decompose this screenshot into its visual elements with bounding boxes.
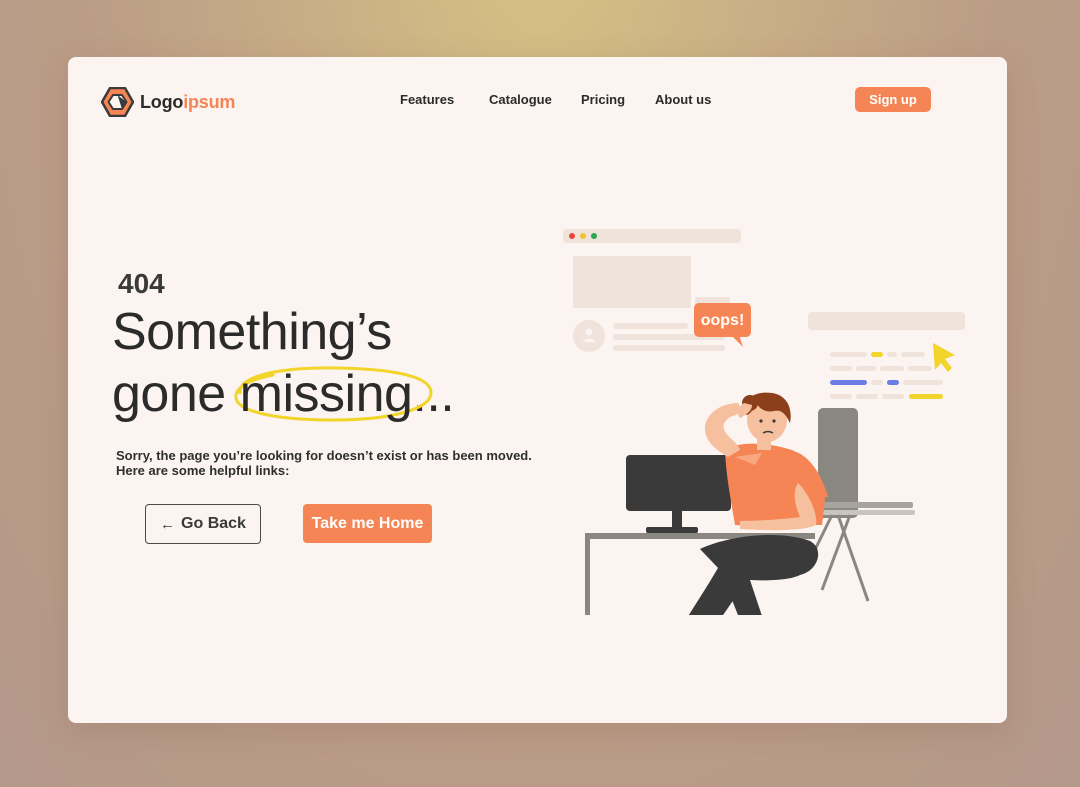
headline-highlight-text: missing bbox=[239, 365, 413, 423]
nav-item-pricing[interactable]: Pricing bbox=[581, 92, 625, 107]
error-code: 404 bbox=[118, 268, 165, 299]
headline-line-2: gone missing... bbox=[112, 363, 455, 425]
speech-bubble-text: oops! bbox=[701, 312, 745, 329]
headline-highlight: missing bbox=[234, 363, 433, 425]
nav-item-catalogue[interactable]: Catalogue bbox=[489, 92, 552, 107]
nav-item-features[interactable]: Features bbox=[400, 92, 454, 107]
take-me-home-button[interactable]: Take me Home bbox=[303, 504, 432, 543]
code-panel-icon bbox=[808, 312, 965, 399]
page-title: Something’s gone missing... bbox=[112, 301, 455, 425]
headline-line-1: Something’s bbox=[112, 303, 392, 361]
go-back-button[interactable]: ← Go Back bbox=[145, 504, 261, 544]
nav-item-about-us[interactable]: About us bbox=[655, 92, 711, 107]
person-at-desk-illustration: oops! bbox=[563, 229, 965, 615]
description: Sorry, the page you’re looking for doesn… bbox=[116, 448, 556, 478]
arrow-left-icon: ← bbox=[160, 515, 176, 533]
go-back-label: Go Back bbox=[181, 515, 246, 532]
monitor-icon bbox=[626, 455, 731, 533]
speech-bubble: oops! bbox=[694, 303, 751, 347]
headline-prefix: gone bbox=[112, 365, 240, 423]
description-line-2: Here are some helpful links: bbox=[116, 463, 290, 478]
signup-button[interactable]: Sign up bbox=[855, 87, 931, 112]
page-card: Logoipsum Features Catalogue Pricing Abo… bbox=[68, 57, 1007, 723]
description-line-1: Sorry, the page you’re looking for doesn… bbox=[116, 448, 532, 463]
